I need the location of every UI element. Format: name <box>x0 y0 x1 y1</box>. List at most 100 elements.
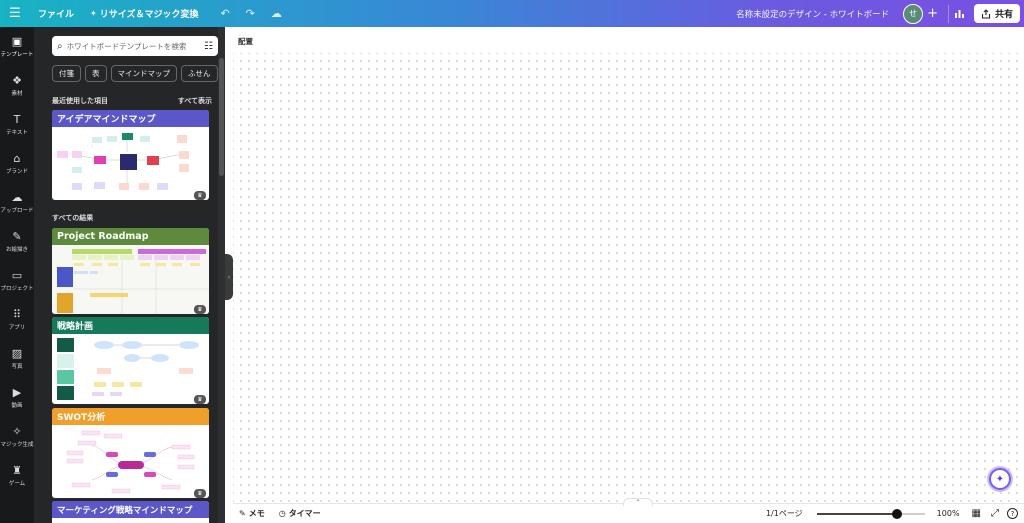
upload-icon: ☁ <box>11 190 23 204</box>
card-thumbnail: ♛ <box>52 334 209 404</box>
rail-label: アプリ <box>8 324 26 331</box>
template-card-idea-mind-map[interactable]: アイデアマインドマップ ♛ <box>52 110 209 200</box>
card-title: 戦略計画 <box>52 317 209 334</box>
whiteboard-canvas[interactable]: 配置 <box>233 27 1024 503</box>
rail-label: 動画 <box>11 402 23 409</box>
timer-label: タイマー <box>288 509 321 518</box>
share-label: 共有 <box>994 10 1013 20</box>
collapse-panel-button[interactable]: ‹ <box>225 254 233 300</box>
zoom-level[interactable]: 100% <box>937 509 960 518</box>
rail-label: 素材 <box>11 90 23 97</box>
file-menu-label: ファイル <box>38 10 75 20</box>
rail-item-draw[interactable]: ✎ お絵描き <box>0 222 34 261</box>
card-title: アイデアマインドマップ <box>52 110 209 127</box>
rail-item-brand[interactable]: ⌂ ブランド <box>0 144 34 183</box>
template-card-marketing-mind-map[interactable]: マーケティング戦略マインドマップ <box>52 501 209 523</box>
memo-icon: ✎ <box>239 509 246 518</box>
cloud-save-icon[interactable]: ☁ <box>271 7 282 20</box>
magic-assistant-button[interactable]: ✦ <box>989 468 1011 490</box>
search-placeholder: ホワイトボードテンプレートを検索 <box>66 41 187 51</box>
zoom-slider[interactable] <box>816 508 925 519</box>
menu-icon[interactable]: ☰ <box>0 0 30 27</box>
apps-icon: ⠿ <box>12 307 22 321</box>
rail-item-template[interactable]: ▣ テンプレート <box>0 27 34 66</box>
rail-label: 写真 <box>11 363 23 370</box>
template-panel: ⌕ ホワイトボードテンプレートを検索 ☷ 付箋 表 マインドマップ ふせん 最近… <box>34 27 218 523</box>
draw-icon: ✎ <box>12 229 22 243</box>
photo-icon: ▨ <box>11 346 23 360</box>
rail-label: お絵描き <box>5 246 28 253</box>
template-search-input[interactable]: ⌕ ホワイトボードテンプレートを検索 ☷ <box>52 36 218 56</box>
timer-button[interactable]: ◷ タイマー <box>279 508 321 519</box>
undo-icon[interactable]: ↶ <box>220 7 229 20</box>
rail-item-upload[interactable]: ☁ アップロード <box>0 183 34 222</box>
chip-row: 付箋 表 マインドマップ ふせん <box>52 65 218 82</box>
file-menu[interactable]: ファイル <box>38 7 74 20</box>
grid-view-icon[interactable]: ▦ <box>972 508 981 519</box>
folder-icon: ▭ <box>11 268 23 282</box>
crown-icon: ♛ <box>194 305 206 314</box>
share-button[interactable]: 共有 <box>973 4 1020 23</box>
magic-generate-icon: ✧ <box>12 424 22 438</box>
avatar[interactable]: せ <box>903 3 924 24</box>
zoom-slider-fill <box>816 512 897 515</box>
rail-label: マジック生成 <box>0 441 34 448</box>
card-title: SWOT分析 <box>52 408 209 425</box>
all-results-header: すべての結果 <box>52 213 212 223</box>
analytics-icon[interactable] <box>947 4 966 23</box>
help-icon[interactable]: ? <box>1007 508 1018 519</box>
template-card-swot-analysis[interactable]: SWOT分析 ♛ <box>52 408 209 498</box>
rail-item-elements[interactable]: ❖ 素材 <box>0 66 34 105</box>
page-indicator[interactable]: 1/1ページ <box>766 508 803 519</box>
chevron-left-icon: ‹ <box>227 273 231 281</box>
top-bar: ☰ ファイル ✦ リサイズ＆マジック変換 ↶ ↷ ☁ 名称未設定のデザイン - … <box>0 0 1024 27</box>
filter-icon[interactable]: ☷ <box>204 41 213 52</box>
memo-label: メモ <box>248 509 265 518</box>
timer-icon: ◷ <box>278 509 286 518</box>
rail-item-magic-generate[interactable]: ✧ マジック生成 <box>0 417 34 456</box>
rail-label: アップロード <box>0 207 34 214</box>
canvas-header <box>233 27 1024 53</box>
chip-table[interactable]: 表 <box>85 65 107 82</box>
search-icon: ⌕ <box>57 40 63 52</box>
rail-item-video[interactable]: ▶ 動画 <box>0 378 34 417</box>
redo-icon[interactable]: ↷ <box>246 7 255 20</box>
crown-icon: ♛ <box>194 395 206 404</box>
rail-label: プロジェクト <box>0 285 34 292</box>
chip-sticky-notes[interactable]: 付箋 <box>52 65 81 82</box>
brand-icon: ⌂ <box>13 151 21 165</box>
crown-icon: ♛ <box>194 191 206 200</box>
add-collaborator-icon[interactable]: + <box>927 6 938 21</box>
rail-label: テンプレート <box>0 51 34 58</box>
rail-item-game[interactable]: ♜ ゲーム <box>0 456 34 495</box>
template-card-strategy-plan[interactable]: 戦略計画 ♛ <box>52 317 209 404</box>
pages-expand-handle[interactable]: ⌃ <box>623 498 653 506</box>
template-icon: ▣ <box>11 34 23 48</box>
game-icon: ♜ <box>12 463 22 477</box>
rail-item-apps[interactable]: ⠿ アプリ <box>0 300 34 339</box>
zoom-slider-thumb[interactable] <box>891 508 902 519</box>
elements-icon: ❖ <box>12 73 22 87</box>
rail-item-photos[interactable]: ▨ 写真 <box>0 339 34 378</box>
resize-magic-button[interactable]: ✦ リサイズ＆マジック変換 <box>90 7 198 20</box>
template-card-project-roadmap[interactable]: Project Roadmap ♛ <box>52 228 209 314</box>
card-thumbnail: ♛ <box>52 127 209 200</box>
all-results-heading: すべての結果 <box>52 214 94 222</box>
chip-sticky[interactable]: ふせん <box>181 65 218 82</box>
rail-item-text[interactable]: T テキスト <box>0 105 34 144</box>
rail-item-projects[interactable]: ▭ プロジェクト <box>0 261 34 300</box>
design-title[interactable]: 名称未設定のデザイン - ホワイトボード <box>736 8 889 20</box>
card-thumbnail: ♛ <box>52 245 209 314</box>
panel-scrollbar[interactable] <box>219 58 224 176</box>
fullscreen-icon[interactable]: ⤢ <box>991 508 999 519</box>
rail-label: ゲーム <box>8 480 26 487</box>
chip-mind-map[interactable]: マインドマップ <box>110 65 177 82</box>
card-thumbnail: ♛ <box>52 425 209 498</box>
share-icon <box>981 8 991 19</box>
rail-label: テキスト <box>6 129 28 136</box>
memo-button[interactable]: ✎ メモ <box>239 508 265 519</box>
bottom-bar: ⌃ ✎ メモ ◷ タイマー 1/1ページ 100% ▦ ⤢ ? <box>233 498 1024 523</box>
resize-label: リサイズ＆マジック変換 <box>99 10 199 20</box>
sparkle-icon: ✦ <box>90 9 97 18</box>
see-all-link[interactable]: すべて表示 <box>178 96 212 106</box>
